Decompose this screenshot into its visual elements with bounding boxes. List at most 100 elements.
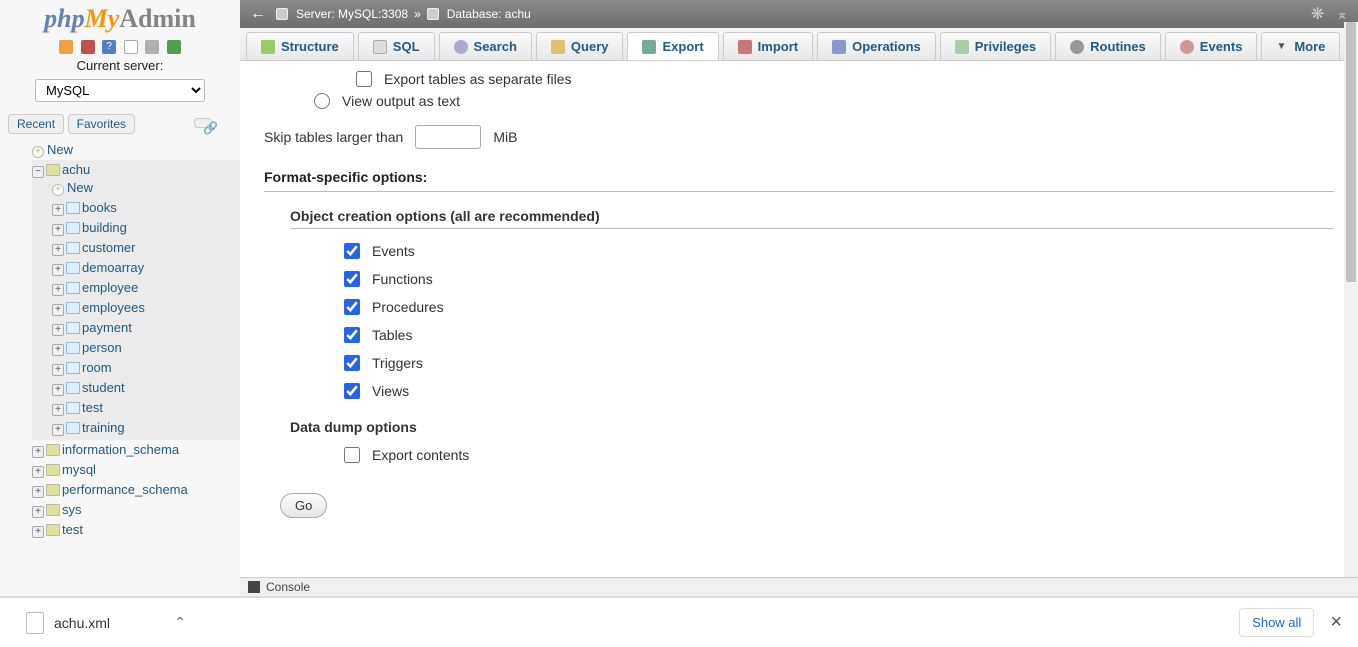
expand-icon[interactable]: +	[32, 466, 44, 478]
db-tree: +New −achu +New+books+building+customer+…	[0, 140, 240, 540]
tree-db-achu[interactable]: −achu +New+books+building+customer+demoa…	[32, 160, 240, 440]
import-icon	[738, 40, 752, 54]
tree-table[interactable]: +person	[52, 338, 240, 358]
expand-icon[interactable]: +	[52, 364, 64, 376]
row-separate-files: Export tables as separate files	[356, 71, 1334, 87]
row-export-contents: Export contents	[344, 447, 1334, 463]
help-icon[interactable]: ?	[102, 40, 116, 54]
go-button[interactable]: Go	[280, 493, 327, 518]
tab-favorites[interactable]: Favorites	[68, 114, 135, 134]
expand-icon[interactable]: +	[32, 526, 44, 538]
collapse-icon[interactable]: −	[32, 166, 44, 178]
console-bar[interactable]: Console	[240, 577, 1358, 596]
link-icon[interactable]: 🔗	[194, 118, 212, 128]
checkbox-opt[interactable]	[344, 327, 360, 343]
tree-table[interactable]: +books	[52, 198, 240, 218]
tab-routines[interactable]: Routines	[1055, 32, 1161, 60]
breadcrumb-db[interactable]: Database: achu	[447, 7, 531, 21]
download-item[interactable]: achu.xml ⌃	[16, 606, 196, 640]
input-skip-size[interactable]	[415, 125, 481, 149]
tree-table[interactable]: +room	[52, 358, 240, 378]
row-opt: Procedures	[344, 299, 1334, 315]
expand-icon[interactable]: +	[52, 344, 64, 356]
exit-icon[interactable]	[81, 40, 95, 54]
tab-recent[interactable]: Recent	[8, 114, 64, 134]
checkbox-separate-files[interactable]	[356, 71, 372, 87]
expand-icon[interactable]: +	[52, 204, 64, 216]
expand-icon[interactable]: +	[52, 244, 64, 256]
table-icon	[66, 242, 80, 254]
expand-icon[interactable]: +	[52, 324, 64, 336]
export-icon	[642, 40, 656, 54]
expand-icon[interactable]: +	[52, 384, 64, 396]
back-icon[interactable]: ←	[250, 5, 266, 23]
radio-view-text[interactable]	[314, 93, 330, 109]
settings-icon[interactable]	[145, 40, 159, 54]
checkbox-export-contents[interactable]	[344, 447, 360, 463]
expand-icon[interactable]: +	[52, 304, 64, 316]
tree-table[interactable]: +employee	[52, 278, 240, 298]
database-icon	[46, 484, 60, 496]
expand-icon[interactable]: +	[52, 284, 64, 296]
chevron-down-icon: ▼	[1276, 41, 1286, 52]
tree-db[interactable]: +sys	[32, 500, 240, 520]
server-select[interactable]: MySQL	[35, 79, 205, 102]
tree-db[interactable]: +test	[32, 520, 240, 540]
tab-sql[interactable]: SQL	[358, 32, 435, 60]
expand-icon[interactable]: +	[52, 264, 64, 276]
row-skip-tables: Skip tables larger than MiB	[264, 125, 1334, 149]
tab-privileges[interactable]: Privileges	[940, 32, 1051, 60]
tab-query[interactable]: Query	[536, 32, 624, 60]
tree-db[interactable]: +performance_schema	[32, 480, 240, 500]
tree-table[interactable]: +training	[52, 418, 240, 438]
checkbox-opt[interactable]	[344, 355, 360, 371]
tree-table[interactable]: +test	[52, 398, 240, 418]
tree-table[interactable]: +student	[52, 378, 240, 398]
checkbox-opt[interactable]	[344, 299, 360, 315]
tree-new[interactable]: +New	[32, 140, 240, 160]
tree-table[interactable]: +customer	[52, 238, 240, 258]
collapse-panel-icon[interactable]: ⌅	[1336, 6, 1348, 23]
scrollbar[interactable]	[1344, 22, 1358, 578]
tree-new-table[interactable]: +New	[52, 178, 240, 198]
expand-icon[interactable]: +	[52, 224, 64, 236]
expand-icon[interactable]: +	[52, 424, 64, 436]
logo[interactable]: phpMyAdmin	[0, 0, 240, 34]
expand-icon[interactable]: +	[32, 506, 44, 518]
table-icon	[66, 402, 80, 414]
tab-structure[interactable]: Structure	[246, 32, 354, 60]
expand-icon[interactable]: +	[32, 446, 44, 458]
refresh-icon[interactable]	[167, 40, 181, 54]
page-settings-icon[interactable]: ❋	[1311, 4, 1324, 24]
close-icon[interactable]: ×	[1330, 611, 1342, 634]
scrollbar-thumb[interactable]	[1346, 22, 1356, 282]
tree-db[interactable]: +information_schema	[32, 440, 240, 460]
checkbox-opt[interactable]	[344, 243, 360, 259]
tree-table[interactable]: +building	[52, 218, 240, 238]
tab-events[interactable]: Events	[1165, 32, 1258, 60]
expand-icon[interactable]: +	[52, 404, 64, 416]
file-icon	[26, 612, 44, 634]
breadcrumb-server[interactable]: Server: MySQL:3308	[296, 7, 408, 21]
checkbox-opt[interactable]	[344, 271, 360, 287]
heading-object-creation: Object creation options (all are recomme…	[290, 204, 1334, 229]
tab-import[interactable]: Import	[723, 32, 813, 60]
show-all-button[interactable]: Show all	[1239, 608, 1314, 637]
database-icon	[427, 8, 439, 20]
tree-table[interactable]: +payment	[52, 318, 240, 338]
expand-icon[interactable]: +	[32, 486, 44, 498]
chevron-up-icon[interactable]: ⌃	[174, 614, 186, 631]
table-icon	[66, 302, 80, 314]
tab-export[interactable]: Export	[627, 32, 718, 60]
tab-more[interactable]: ▼More	[1261, 32, 1340, 60]
tree-table[interactable]: +employees	[52, 298, 240, 318]
tree-table[interactable]: +demoarray	[52, 258, 240, 278]
privileges-icon	[955, 40, 969, 54]
home-icon[interactable]	[59, 40, 73, 54]
tab-search[interactable]: Search	[439, 32, 532, 60]
tab-operations[interactable]: Operations	[817, 32, 936, 60]
database-icon	[46, 504, 60, 516]
tree-db[interactable]: +mysql	[32, 460, 240, 480]
docs-icon[interactable]	[124, 40, 138, 54]
checkbox-opt[interactable]	[344, 383, 360, 399]
